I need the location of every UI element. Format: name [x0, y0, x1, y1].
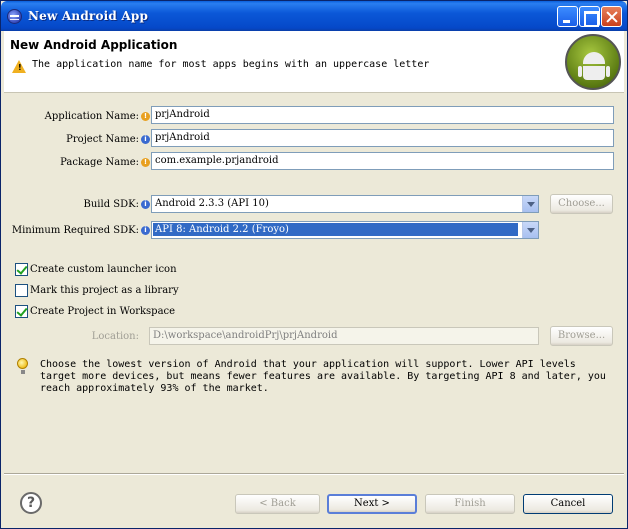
mark-library-checkbox[interactable]: [15, 284, 28, 297]
min-sdk-value: API 8: Android 2.2 (Froyo): [153, 223, 518, 236]
new-android-app-window: New Android App New Android Application …: [0, 0, 628, 529]
build-sdk-label: Build SDK:: [83, 199, 139, 210]
window-title: New Android App: [28, 9, 149, 23]
banner-message: The application name for most apps begin…: [32, 59, 430, 70]
footer-separator: [4, 473, 624, 475]
package-name-warning-icon: !: [141, 158, 150, 167]
minimize-button[interactable]: [557, 6, 578, 27]
custom-launcher-icon-checkbox[interactable]: [15, 263, 28, 276]
custom-launcher-icon-label: Create custom launcher icon: [30, 264, 177, 275]
chevron-down-icon[interactable]: [522, 196, 538, 212]
location-input[interactable]: D:\workspace\androidPrj\prjAndroid: [149, 327, 539, 345]
lightbulb-icon: [17, 358, 28, 374]
maximize-button[interactable]: [579, 6, 600, 27]
back-button[interactable]: < Back: [235, 494, 320, 514]
package-name-input[interactable]: com.example.prjandroid: [151, 152, 614, 170]
chevron-down-icon[interactable]: [522, 222, 538, 238]
project-name-label: Project Name:: [66, 134, 139, 145]
close-button[interactable]: [601, 6, 622, 27]
build-sdk-select[interactable]: Android 2.3.3 (API 10): [151, 195, 539, 213]
application-name-input[interactable]: prjAndroid: [151, 106, 614, 124]
project-name-info-icon: i: [141, 135, 150, 144]
android-logo-icon: [565, 34, 621, 90]
package-name-label: Package Name:: [60, 157, 139, 168]
min-sdk-info-icon: i: [141, 226, 150, 235]
create-in-workspace-label: Create Project in Workspace: [30, 306, 176, 317]
page-title: New Android Application: [10, 38, 178, 52]
warning-icon: !: [12, 60, 26, 73]
hint-text: Choose the lowest version of Android tha…: [40, 359, 606, 394]
eclipse-app-icon: [7, 9, 22, 24]
title-bar[interactable]: New Android App: [1, 1, 627, 31]
application-name-warning-icon: !: [141, 112, 150, 121]
help-icon[interactable]: ?: [20, 492, 42, 514]
next-button[interactable]: Next >: [327, 494, 417, 514]
project-name-input[interactable]: prjAndroid: [151, 129, 614, 147]
min-sdk-label: Minimum Required SDK:: [11, 225, 139, 236]
wizard-banner: New Android Application ! The applicatio…: [4, 31, 624, 93]
build-sdk-value: Android 2.3.3 (API 10): [155, 198, 269, 209]
cancel-button[interactable]: Cancel: [523, 494, 613, 514]
finish-button[interactable]: Finish: [425, 494, 515, 514]
location-label: Location:: [91, 331, 139, 342]
mark-library-label: Mark this project as a library: [30, 285, 179, 296]
choose-button[interactable]: Choose...: [550, 194, 613, 214]
create-in-workspace-checkbox[interactable]: [15, 305, 28, 318]
min-sdk-select[interactable]: API 8: Android 2.2 (Froyo): [151, 221, 539, 239]
application-name-label: Application Name:: [44, 111, 139, 122]
browse-button[interactable]: Browse...: [550, 326, 613, 346]
build-sdk-info-icon: i: [141, 200, 150, 209]
